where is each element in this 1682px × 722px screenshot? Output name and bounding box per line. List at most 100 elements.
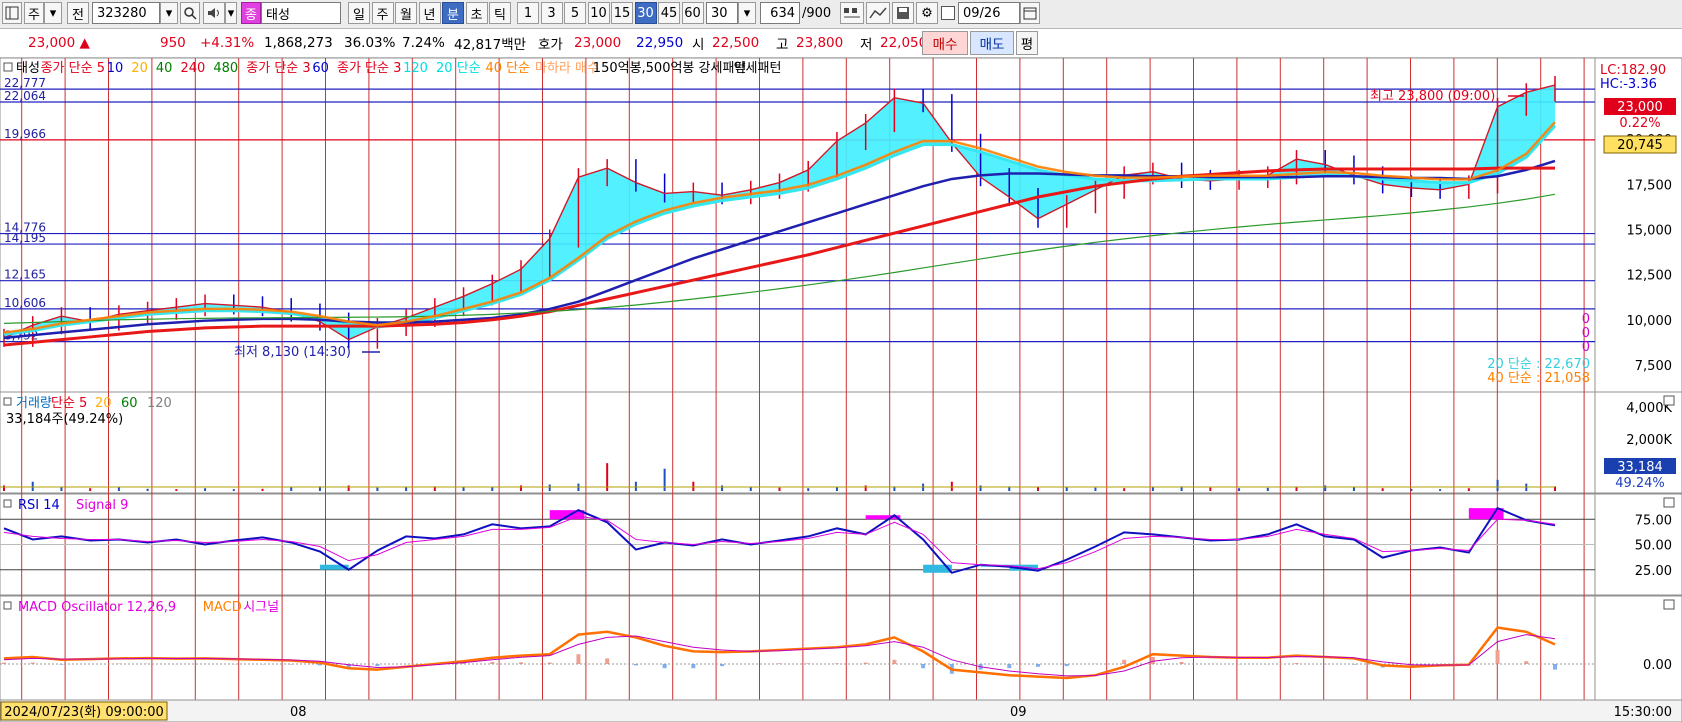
low-label: 저	[860, 37, 873, 53]
interval-button-4[interactable]: 15	[611, 2, 633, 24]
price-legend-item: 40	[156, 61, 173, 76]
volume-axis-tick: 2,000K	[1626, 433, 1672, 448]
stock-name-field[interactable]: 태성	[261, 2, 341, 24]
speaker-icon[interactable]	[203, 2, 225, 24]
code-dropdown-icon[interactable]: ▾	[160, 2, 178, 24]
macd-histogram-bar	[605, 658, 610, 664]
period-button-6[interactable]: 틱	[489, 2, 511, 24]
pct-tag: 0.22%	[1619, 116, 1660, 131]
price-legend-item: 240	[181, 61, 206, 76]
bar-count-input[interactable]: 634	[760, 2, 800, 24]
macd-legend-item: MACD Oscillator 12,26,9	[18, 600, 176, 615]
rsi-axis-tick: 50.00	[1635, 539, 1672, 554]
interval-button-6[interactable]: 45	[658, 2, 680, 24]
interval-button-0[interactable]: 1	[517, 2, 539, 24]
ask-price: 23,000	[574, 35, 622, 51]
interval-button-7[interactable]: 60	[681, 2, 704, 24]
price-axis-tick: 10,000	[1627, 314, 1673, 329]
price-legend-item: 마하라 매수	[535, 61, 599, 76]
macd-histogram-bar	[892, 659, 897, 664]
window-menu-icon[interactable]	[2, 2, 22, 24]
rsi-axis-tick: 25.00	[1635, 564, 1672, 579]
volume-legend-item: 단순 5	[51, 396, 87, 411]
volume-legend-item: 120	[147, 396, 172, 411]
level-label: 19,966	[4, 127, 46, 141]
volume-legend-item: 60	[121, 396, 138, 411]
bar-count-total: /900	[802, 6, 832, 21]
price-axis-tick: 12,500	[1627, 269, 1673, 284]
period-button-2[interactable]: 월	[395, 2, 417, 24]
ask-label: 호가	[538, 37, 563, 53]
calendar-icon[interactable]	[1020, 2, 1040, 24]
cursor-time-label: 2024/07/23(화) 09:00:00	[4, 705, 164, 720]
open-price: 22,500	[712, 35, 760, 51]
high-label: 고	[776, 37, 789, 53]
price-legend-item: 약세패턴	[734, 61, 782, 76]
price-legend-item: 150억봉,500억봉 강세패턴	[593, 61, 747, 76]
price-axis-tick: 7,500	[1635, 359, 1672, 374]
interval-select[interactable]: 30	[706, 2, 738, 24]
turnover-rate: 7.24%	[402, 35, 445, 51]
trade-amount: 42,817백만	[454, 37, 527, 53]
macd-axis-tick: 0.00	[1643, 658, 1672, 673]
time-axis	[0, 699, 1682, 722]
price-legend-item: 20	[131, 61, 148, 76]
hc-label: HC:-3.36	[1600, 77, 1657, 92]
time-axis-end: 15:30:00	[1614, 705, 1672, 720]
macd-histogram-bar	[1553, 664, 1557, 670]
period-button-3[interactable]: 년	[418, 2, 441, 24]
volume-ratio: 36.03%	[344, 35, 396, 51]
stock-type-badge: 종	[241, 2, 261, 24]
save-icon[interactable]	[892, 2, 914, 24]
stock-chart[interactable]: 22,77722,06419,96614,77614,19512,16510,6…	[0, 58, 1682, 722]
zero-label: 0	[1582, 326, 1590, 341]
volume-value: 1,868,273	[264, 35, 333, 51]
date-input[interactable]: 09/26	[958, 2, 1020, 24]
lc-label: LC:182.90	[1600, 63, 1666, 78]
interval-button-1[interactable]: 3	[540, 2, 563, 24]
legend-box-icon	[3, 397, 12, 406]
price-legend-item: 480	[213, 61, 238, 76]
period-button-4[interactable]: 분	[442, 2, 464, 24]
chart-mode-button[interactable]: 주	[24, 2, 44, 24]
macd-histogram-bar	[1122, 659, 1127, 664]
chart-tool-icon[interactable]	[840, 2, 864, 24]
ma-tag: 20,745	[1617, 138, 1663, 153]
price-legend-item: 60	[312, 61, 329, 76]
chevron-down-icon[interactable]: ▾	[44, 2, 62, 24]
low-price: 22,050	[880, 35, 928, 51]
volume-legend-item: 20	[95, 396, 112, 411]
time-axis-label: 09	[1010, 705, 1027, 720]
price-legend-item: 40 단순	[486, 61, 531, 76]
interval-button-3[interactable]: 10	[587, 2, 610, 24]
buy-button[interactable]: 매수	[922, 31, 968, 55]
stock-code-input[interactable]: 323280	[92, 2, 160, 24]
interval-dropdown-icon[interactable]: ▾	[738, 2, 756, 24]
macd-legend-item: MACD	[203, 600, 242, 615]
period-button-1[interactable]: 주	[371, 2, 394, 24]
date-checkbox[interactable]	[941, 6, 955, 20]
price-legend-item: 20 단순	[436, 61, 481, 76]
sell-button[interactable]: 매도	[970, 31, 1014, 55]
ma20-label: 20 단순 : 22,670	[1487, 357, 1590, 372]
level-label: 10,606	[4, 296, 46, 310]
price-axis-tick: 17,500	[1627, 178, 1673, 193]
evaluate-button[interactable]: 평	[1016, 31, 1038, 55]
price-legend-item: 종가 단순 5	[41, 61, 105, 76]
level-label: 22,064	[4, 89, 46, 103]
period-button-5[interactable]: 초	[465, 2, 488, 24]
rsi-legend-item: Signal 9	[76, 498, 128, 513]
legend-box-icon	[3, 499, 12, 508]
zero-label: 0	[1582, 312, 1590, 327]
speaker-dropdown-icon[interactable]: ▾	[225, 2, 237, 24]
macd-histogram-bar	[1495, 650, 1500, 664]
gear-icon[interactable]: ⚙	[916, 2, 938, 24]
volume-current: 33,184주(49.24%)	[6, 412, 123, 427]
interval-button-5[interactable]: 30	[634, 2, 657, 24]
period-button-0[interactable]: 일	[348, 2, 370, 24]
interval-button-2[interactable]: 5	[564, 2, 586, 24]
search-icon[interactable]	[180, 2, 200, 24]
price-axis-tick: 15,000	[1627, 224, 1673, 239]
previous-button[interactable]: 전	[67, 2, 89, 24]
trendline-icon[interactable]	[866, 2, 890, 24]
